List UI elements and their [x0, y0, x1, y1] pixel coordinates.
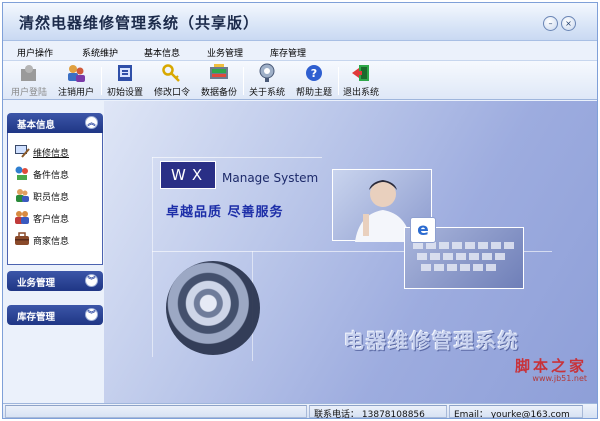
sidebar-item-label: 备件信息 [33, 171, 70, 181]
merchant-icon [14, 231, 30, 247]
sidebar-group-body: 维修信息 备件信息 职员信息 客户信息 商家信息 [7, 133, 103, 265]
about-system-button[interactable]: 关于系统 [246, 63, 288, 99]
minimize-button[interactable]: – [543, 16, 558, 31]
phone-label: 联系电话： [314, 410, 360, 419]
logout-user-label: 注销用户 [57, 88, 94, 98]
site-watermark: 脚本之家 www.jb51.net [515, 355, 587, 383]
slogan: 卓越品质 尽善服务 [166, 205, 284, 220]
email-value: yourke@163.com [490, 410, 570, 419]
logout-user-icon [65, 63, 87, 83]
sidebar-item-label: 客户信息 [33, 215, 70, 225]
data-backup-label: 数据备份 [200, 88, 237, 98]
status-cell-empty [5, 405, 307, 418]
sidebar-group-inventory[interactable]: 库存管理 ︾ [7, 305, 103, 325]
customer-icon [14, 209, 30, 225]
manage-system-text: Manage System [222, 171, 319, 185]
sidebar-group-title: 基本信息 [17, 120, 56, 131]
change-password-button[interactable]: 修改口令 [151, 63, 193, 99]
menu-system-maintenance[interactable]: 系统维护 [82, 46, 118, 59]
phone-value: 13878108856 [361, 410, 425, 419]
sidebar-group-basic-info[interactable]: 基本信息 ︽ [7, 113, 103, 133]
logout-user-button[interactable]: 注销用户 [55, 63, 97, 99]
help-icon: ? [303, 63, 325, 83]
repair-icon [14, 143, 30, 159]
staff-icon [14, 187, 30, 203]
system-name-watermark: 电器维修管理系统 [344, 329, 520, 353]
status-email: Email： yourke@163.com [449, 405, 583, 418]
change-password-label: 修改口令 [153, 88, 190, 98]
data-backup-button[interactable]: 数据备份 [198, 63, 240, 99]
menu-business[interactable]: 业务管理 [207, 46, 243, 59]
about-icon [256, 63, 278, 83]
wx-logo: WX [160, 161, 216, 189]
sidebar-item-label: 职员信息 [33, 193, 70, 203]
site-watermark-name: 脚本之家 [514, 357, 587, 375]
menu-bar: 用户操作 系统维护 基本信息 业务管理 库存管理 [3, 42, 597, 60]
init-settings-icon [114, 63, 136, 83]
chevron-down-icon[interactable]: ︾ [85, 308, 98, 321]
sidebar-item-label: 维修信息 [33, 149, 70, 159]
key-icon [161, 63, 183, 83]
app-window: 清然电器维修管理系统（共享版） – × 用户操作 系统维护 基本信息 业务管理 … [2, 2, 598, 419]
e-logo-icon: e [410, 217, 436, 243]
menu-user-ops[interactable]: 用户操作 [17, 46, 53, 59]
user-login-icon [18, 63, 40, 83]
user-login-button[interactable]: 用户登陆 [9, 63, 49, 99]
email-label: Email： [454, 410, 488, 419]
toolbar: 用户登陆 注销用户 初始设置 修改口令 数据备份 关于系统 ? 帮助主题 退出系… [3, 60, 597, 100]
status-phone: 联系电话： 13878108856 [309, 405, 447, 418]
chevron-up-icon[interactable]: ︽ [85, 116, 98, 129]
init-settings-label: 初始设置 [106, 88, 143, 98]
toolbar-separator [243, 67, 244, 95]
toolbar-separator [101, 67, 102, 95]
exit-icon [350, 63, 372, 83]
help-topics-button[interactable]: ? 帮助主题 [293, 63, 335, 99]
menu-inventory[interactable]: 库存管理 [270, 46, 306, 59]
init-settings-button[interactable]: 初始设置 [104, 63, 146, 99]
help-topics-label: 帮助主题 [295, 88, 332, 98]
title-bar[interactable]: 清然电器维修管理系统（共享版） – × [3, 3, 597, 41]
main-banner: WX Manage System 卓越品质 尽善服务 e 电器维修管理系统 脚本… [104, 101, 597, 403]
user-login-label: 用户登陆 [10, 88, 47, 98]
svg-text:?: ? [311, 67, 317, 80]
about-system-label: 关于系统 [248, 88, 285, 98]
decorative-line [152, 157, 322, 158]
exit-system-button[interactable]: 退出系统 [340, 63, 382, 99]
sidebar-group-title: 库存管理 [17, 312, 56, 323]
decorative-line [152, 157, 153, 357]
parts-icon [14, 165, 30, 181]
app-title: 清然电器维修管理系统（共享版） [19, 14, 260, 32]
exit-system-label: 退出系统 [342, 88, 379, 98]
close-button[interactable]: × [561, 16, 576, 31]
status-bar: 联系电话： 13878108856 Email： yourke@163.com [3, 403, 597, 418]
menu-basic-info[interactable]: 基本信息 [144, 46, 180, 59]
sidebar: 基本信息 ︽ 维修信息 备件信息 职员信息 客户信息 商家信息 业务管理 ︾ 库… [7, 103, 103, 403]
sidebar-group-title: 业务管理 [17, 278, 56, 289]
disc-image [166, 261, 260, 355]
sidebar-item-label: 商家信息 [33, 237, 70, 247]
chevron-down-icon[interactable]: ︾ [85, 274, 98, 287]
backup-icon [208, 63, 230, 83]
sidebar-group-business[interactable]: 业务管理 ︾ [7, 271, 103, 291]
toolbar-separator [338, 67, 339, 95]
